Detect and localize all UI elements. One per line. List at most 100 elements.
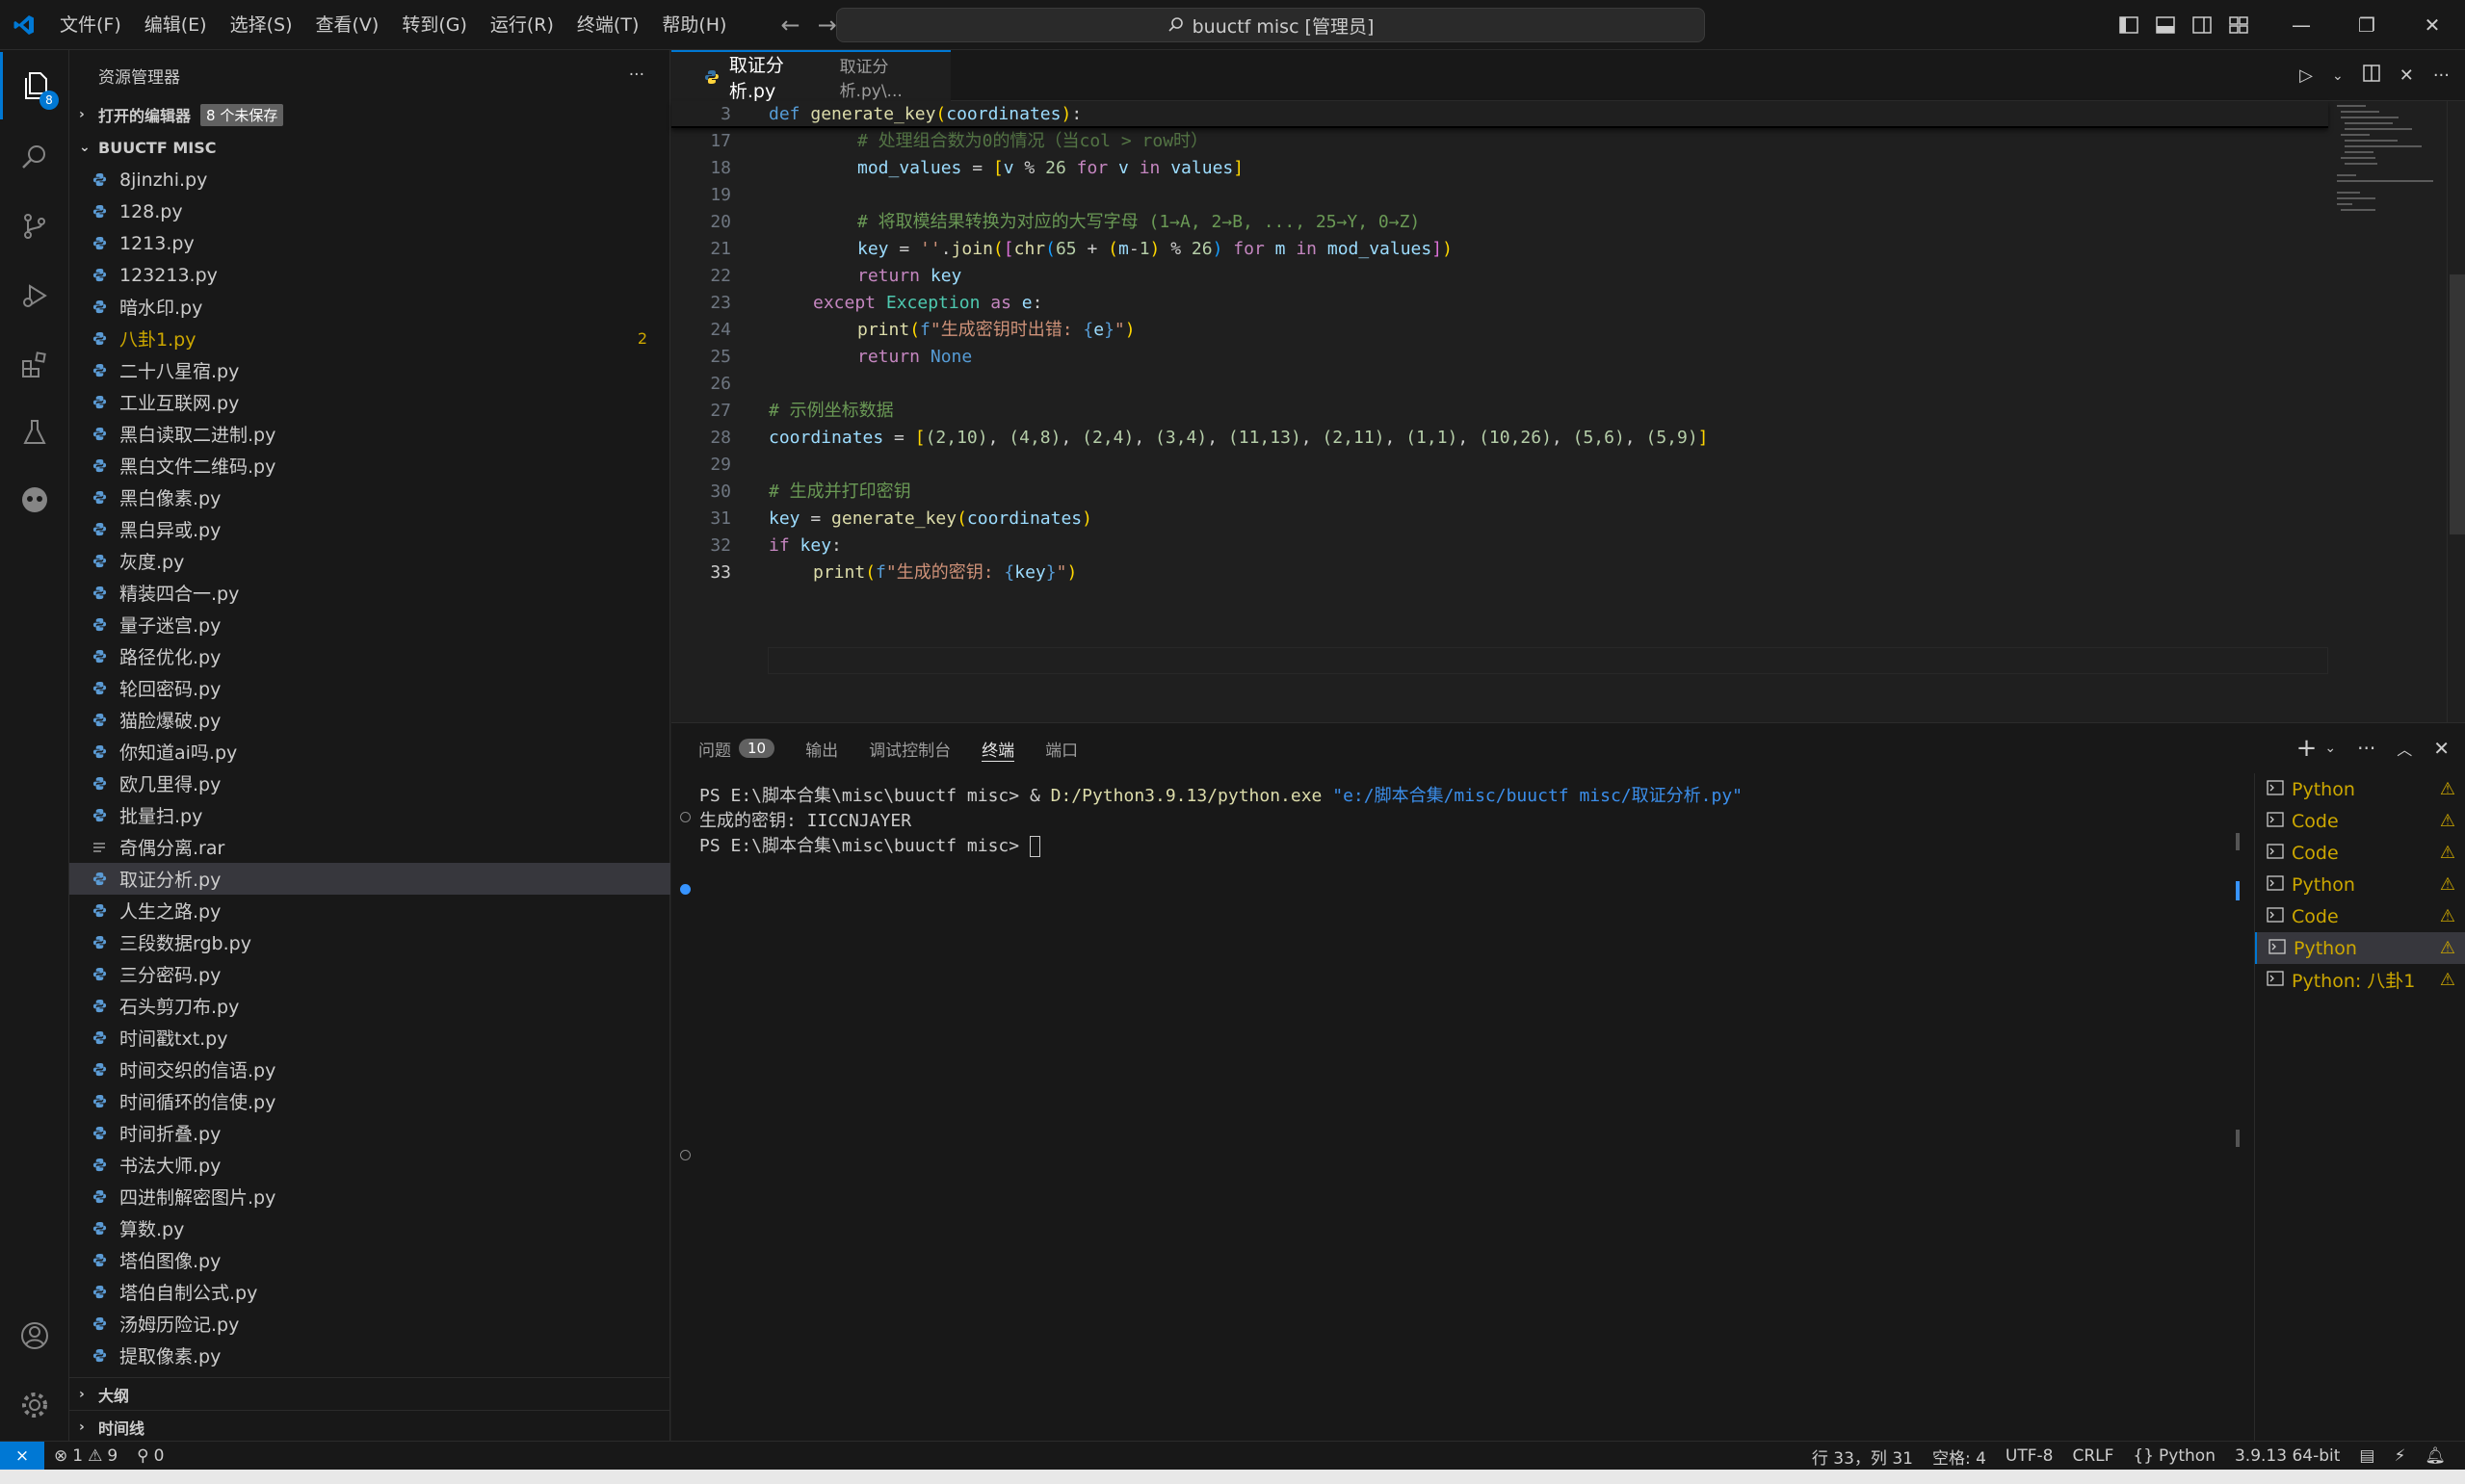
testing-flask-icon[interactable] xyxy=(0,399,69,466)
line-ending[interactable]: CRLF xyxy=(2062,1446,2123,1466)
run-python-file-icon[interactable]: ▷ xyxy=(2299,65,2313,86)
scrollbar-thumb[interactable] xyxy=(2450,274,2465,534)
file-item[interactable]: 三分密码.py xyxy=(69,958,670,990)
file-item[interactable]: 128.py xyxy=(69,195,670,227)
sticky-scroll-line[interactable]: 3 def generate_key(coordinates): xyxy=(671,101,2328,128)
timeline-section[interactable]: › 时间线 xyxy=(69,1410,670,1443)
close-window-icon[interactable]: ✕ xyxy=(2399,13,2465,37)
tab-output[interactable]: 输出 xyxy=(805,723,838,773)
file-item[interactable]: 黑白像素.py xyxy=(69,482,670,513)
minimize-icon[interactable]: — xyxy=(2268,13,2334,37)
terminal-instance[interactable]: Code ⚠ xyxy=(2255,837,2465,869)
file-item[interactable]: 量子迷宫.py xyxy=(69,609,670,640)
github-copilot-icon[interactable] xyxy=(0,466,69,534)
indentation[interactable]: 空格: 4 xyxy=(1923,1445,1996,1469)
notifications-bell-icon[interactable]: 🔔︎ xyxy=(2415,1446,2455,1466)
accounts-icon[interactable] xyxy=(0,1302,69,1369)
terminal-instance[interactable]: Python ⚠ xyxy=(2255,932,2465,964)
menu-view[interactable]: 查看(V) xyxy=(304,0,391,50)
file-item[interactable]: 人生之路.py xyxy=(69,895,670,926)
editor-more-actions-icon[interactable]: ··· xyxy=(2433,65,2450,86)
outline-section[interactable]: › 大纲 xyxy=(69,1377,670,1410)
chevron-down-icon[interactable]: ⌄ xyxy=(2332,68,2344,84)
file-item[interactable]: 汤姆历险记.py xyxy=(69,1308,670,1340)
open-editors-section[interactable]: › 打开的编辑器 8 个未保存 xyxy=(69,98,670,131)
terminal-instance[interactable]: Code ⚠ xyxy=(2255,805,2465,837)
back-arrow-icon[interactable]: ← xyxy=(780,12,800,39)
file-item[interactable]: 时间折叠.py xyxy=(69,1117,670,1149)
file-item[interactable]: 塔伯自制公式.py xyxy=(69,1276,670,1308)
file-item[interactable]: 奇偶分离.rar xyxy=(69,831,670,863)
editor-tab[interactable]: 取证分析.py 取证分析.py\... xyxy=(671,50,951,102)
editor-scrollbar[interactable] xyxy=(2447,101,2465,722)
cursor-position[interactable]: 行 33，列 31 xyxy=(1802,1445,1923,1469)
terminal-scrollbar[interactable] xyxy=(2232,773,2245,1442)
split-editor-icon[interactable] xyxy=(2362,65,2380,87)
file-item[interactable]: 算数.py xyxy=(69,1212,670,1244)
menu-go[interactable]: 转到(G) xyxy=(390,0,479,50)
file-item[interactable]: 取证分析.py xyxy=(69,863,670,895)
menu-file[interactable]: 文件(F) xyxy=(48,0,133,50)
toggle-secondary-sidebar-icon[interactable] xyxy=(2184,16,2220,34)
terminal-instance[interactable]: Python: 八卦1 ⚠ xyxy=(2255,964,2465,996)
terminal-instance[interactable]: Python ⚠ xyxy=(2255,869,2465,900)
terminal-view[interactable]: PS E:\脚本合集\misc\buuctf misc> & D:/Python… xyxy=(671,773,2232,1442)
file-item[interactable]: 时间交织的信语.py xyxy=(69,1054,670,1085)
file-item[interactable]: 黑白文件二维码.py xyxy=(69,450,670,482)
file-item[interactable]: 123213.py xyxy=(69,259,670,291)
customize-layout-icon[interactable] xyxy=(2220,16,2257,34)
remote-indicator-icon[interactable]: ⨯ xyxy=(0,1441,44,1471)
folder-section[interactable]: ⌄ BUUCTF MISC xyxy=(69,131,670,164)
forward-arrow-icon[interactable]: → xyxy=(818,12,837,39)
menu-edit[interactable]: 编辑(E) xyxy=(133,0,219,50)
menu-selection[interactable]: 选择(S) xyxy=(219,0,304,50)
file-item[interactable]: 路径优化.py xyxy=(69,640,670,672)
file-item[interactable]: 三段数据rgb.py xyxy=(69,926,670,958)
language-mode[interactable]: {} Python xyxy=(2123,1446,2225,1466)
command-center[interactable]: buuctf misc [管理员] xyxy=(836,8,1705,42)
close-editor-icon[interactable]: ✕ xyxy=(2399,65,2414,86)
explorer-icon[interactable]: 8 xyxy=(0,52,69,119)
file-item[interactable]: 猫脸爆破.py xyxy=(69,704,670,736)
settings-gear-icon[interactable] xyxy=(0,1371,69,1439)
maximize-panel-chevron-up-icon[interactable]: ︿ xyxy=(2397,737,2412,760)
file-item[interactable]: 灰度.py xyxy=(69,545,670,577)
file-item[interactable]: 轮回密码.py xyxy=(69,672,670,704)
tab-terminal[interactable]: 终端 xyxy=(982,723,1015,773)
feedback-icon[interactable]: ⚡ xyxy=(2384,1446,2415,1466)
terminal-instance[interactable]: Python ⚠ xyxy=(2255,773,2465,805)
tab-problems[interactable]: 问题 10 xyxy=(698,723,775,773)
source-control-icon[interactable] xyxy=(0,193,69,260)
python-interpreter[interactable]: 3.9.13 64-bit xyxy=(2225,1446,2349,1466)
file-item[interactable]: 塔伯图像.py xyxy=(69,1244,670,1276)
file-item[interactable]: 精装四合一.py xyxy=(69,577,670,609)
encoding[interactable]: UTF-8 xyxy=(1996,1446,2063,1466)
search-view-icon[interactable] xyxy=(0,123,69,191)
tab-debug-console[interactable]: 调试控制台 xyxy=(869,723,951,773)
new-terminal-plus-icon[interactable]: + xyxy=(2296,734,2318,763)
file-item[interactable]: 书法大师.py xyxy=(69,1149,670,1181)
toggle-panel-icon[interactable] xyxy=(2147,16,2184,34)
file-item[interactable]: 1213.py xyxy=(69,227,670,259)
chevron-down-icon[interactable]: ⌄ xyxy=(2324,741,2336,756)
ports-status[interactable]: ⚲ 0 xyxy=(127,1446,173,1466)
menu-run[interactable]: 运行(R) xyxy=(479,0,565,50)
file-item[interactable]: 黑白读取二进制.py xyxy=(69,418,670,450)
file-item[interactable]: 提取像素.py xyxy=(69,1340,670,1371)
file-item[interactable]: 你知道ai吗.py xyxy=(69,736,670,768)
file-item[interactable]: 8jinzhi.py xyxy=(69,164,670,195)
menu-help[interactable]: 帮助(H) xyxy=(650,0,738,50)
more-actions-icon[interactable]: ··· xyxy=(629,65,644,85)
copilot-status-icon[interactable]: ▤ xyxy=(2349,1446,2384,1466)
toggle-primary-sidebar-icon[interactable] xyxy=(2111,16,2147,34)
code-editor[interactable]: 17 # 处理组合数为0的情况（当col > row时） 3 def generat… xyxy=(671,101,2367,722)
panel-more-actions-icon[interactable]: ··· xyxy=(2357,737,2375,760)
restore-icon[interactable]: ❐ xyxy=(2334,13,2399,37)
file-item[interactable]: 欧几里得.py xyxy=(69,768,670,799)
minimap[interactable] xyxy=(2331,101,2447,217)
file-item[interactable]: 批量扫.py xyxy=(69,799,670,831)
tab-ports[interactable]: 端口 xyxy=(1045,723,1078,773)
file-item[interactable]: 黑白异或.py xyxy=(69,513,670,545)
file-item[interactable]: 四进制解密图片.py xyxy=(69,1181,670,1212)
close-panel-icon[interactable]: ✕ xyxy=(2433,737,2450,760)
